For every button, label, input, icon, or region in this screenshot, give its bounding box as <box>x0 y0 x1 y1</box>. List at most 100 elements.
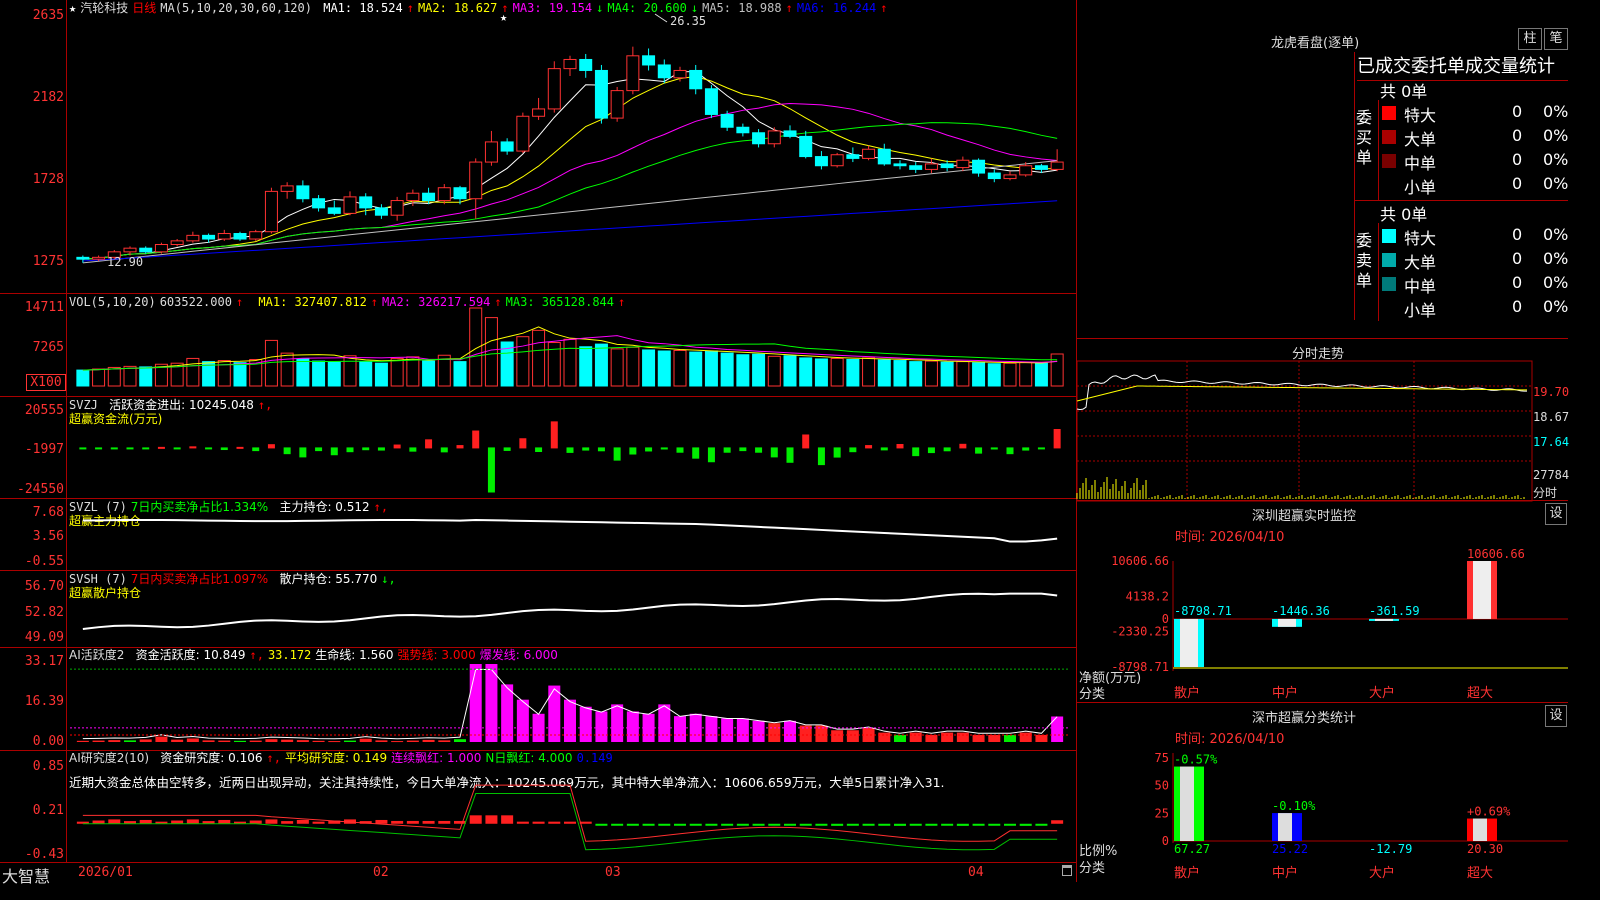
lock-icon[interactable] <box>1062 865 1072 876</box>
sell-side-label: 委卖单 <box>1356 231 1373 290</box>
candle-body <box>92 256 106 260</box>
bar <box>425 439 433 449</box>
candle-body <box>642 55 656 66</box>
sz-monitor-bar-shine <box>1473 561 1491 619</box>
event-star-icon[interactable]: ★ <box>500 10 507 24</box>
bar <box>422 360 436 387</box>
svzj-panel[interactable]: 20555 -1997 -24550 SVZJ 活跃资金进出: 10245.04… <box>0 397 1077 499</box>
sell-section: 共 0单 委卖单 特大 0 0% 大单 0 0% 中单 0 0% 小单 0 0% <box>1354 201 1568 323</box>
bar <box>692 447 700 459</box>
ai1-bar <box>1035 734 1048 742</box>
bar <box>516 336 530 387</box>
bar <box>893 360 907 387</box>
ai1-bar <box>799 725 812 742</box>
ai-activity-panel[interactable]: 33.17 16.39 0.00 AI活跃度2 资金活跃度: 10.849 ↑, 3… <box>0 648 1077 751</box>
svsh-chart[interactable] <box>0 571 1077 647</box>
row-percent: 0% <box>1543 249 1569 268</box>
bar <box>532 329 546 387</box>
bar <box>299 447 307 458</box>
svzj-chart[interactable] <box>0 397 1077 498</box>
candle-body <box>862 148 876 159</box>
ai1-bar <box>1004 734 1016 742</box>
bar <box>657 350 671 387</box>
bar <box>723 447 731 453</box>
sz-class-panel[interactable]: 深市超赢分类统计 设 时间: 2026/04/10 75 50 25 0 -0.57% 6… <box>1077 702 1568 883</box>
kline-panel[interactable]: 2635 2182 1728 1275 ★ 汽轮科技 日线 MA(5,10,20,30… <box>0 0 1077 294</box>
ai2-bar <box>799 823 812 826</box>
fenshi-y3: 17.64 <box>1533 435 1570 449</box>
ai2-bar <box>406 820 419 824</box>
bar <box>390 357 404 387</box>
fenshi-chart[interactable] <box>1076 360 1533 502</box>
sz-monitor-bar-shine <box>1375 618 1393 621</box>
bar <box>579 346 593 387</box>
svsh-panel[interactable]: 56.70 52.82 49.09 SVSH (7) 7日内买卖净占比1.097%… <box>0 571 1077 648</box>
ai1-bar <box>956 732 969 742</box>
bar <box>377 447 385 451</box>
candle-body <box>516 115 530 152</box>
volume-panel[interactable]: 14711 7265 X100 VOL(5,10,20) 603522.000 ↑ … <box>0 294 1077 397</box>
ai1-bar <box>564 699 576 742</box>
legend-swatch <box>1382 301 1396 315</box>
bar <box>1053 429 1061 449</box>
ai2-bar <box>391 820 404 824</box>
row-label: 中单 <box>1404 154 1437 173</box>
candle-body <box>720 113 734 128</box>
ai-research-chart[interactable] <box>0 751 1077 862</box>
svzl-panel[interactable]: 7.68 3.56 -0.55 SVZL (7) 7日内买卖净占比1.334% 主… <box>0 499 1077 571</box>
candle-body <box>972 159 986 174</box>
bar <box>1050 353 1064 387</box>
candlestick-chart[interactable] <box>0 0 1077 293</box>
bar <box>846 358 860 387</box>
candle-body <box>202 234 216 240</box>
ai-research-panel[interactable]: 0.85 0.21 -0.43 AI研究度2(10) 资金研究度: 0.106 ↑… <box>0 751 1077 862</box>
bar <box>783 355 797 387</box>
ai2-bar <box>1019 823 1032 826</box>
bar <box>736 354 750 387</box>
bar <box>280 352 294 387</box>
sell-total: 共 0单 <box>1380 205 1428 224</box>
lhb-title: 龙虎看盘(逐单) <box>1271 36 1360 51</box>
candle-body <box>327 207 341 214</box>
sz-class-chart[interactable]: 75 50 25 0 -0.57% 67.27 散户 -0.10% 25.22 中户 -12.79 大… <box>1077 703 1568 883</box>
lhb-row-2: 大单 0 0% <box>1382 126 1568 149</box>
bar <box>220 447 228 451</box>
candle-body <box>752 132 766 145</box>
bar <box>472 430 480 449</box>
bar <box>987 363 1001 387</box>
lhb-row-2: 大单 0 0% <box>1382 249 1569 272</box>
sz-monitor-panel[interactable]: 深圳超赢实时监控 设 时间: 2026/04/10 10606.66 4138.2… <box>1077 500 1568 703</box>
fenshi-vol-unit: 分时 <box>1533 486 1558 500</box>
legend-swatch <box>1382 229 1396 243</box>
ai1-bar <box>784 720 796 742</box>
sz-monitor-ytick: 4138.2 <box>1126 589 1169 603</box>
sz-monitor-ytick: 10606.66 <box>1111 554 1169 568</box>
volume-chart[interactable] <box>0 294 1077 396</box>
ai2-bar <box>752 823 765 826</box>
fenshi-title: 分时走势 <box>1292 347 1345 362</box>
tick-mode-button[interactable]: 笔 <box>1544 28 1568 50</box>
ai2-bar <box>1004 823 1016 826</box>
ai1-bar <box>642 713 655 742</box>
lhb-row-4: 小单 0 0% <box>1382 297 1568 320</box>
candle-body <box>437 187 451 202</box>
bar-mode-button[interactable]: 柱 <box>1518 28 1542 50</box>
candle-body <box>390 200 404 216</box>
x-label-mar: 03 <box>605 865 621 880</box>
sz-class-bar-shine <box>1278 813 1292 841</box>
fenshi-panel[interactable]: 分时走势 19.70 18.67 17.64 27784 分时 <box>1076 338 1570 502</box>
x-label-feb: 02 <box>373 865 389 880</box>
sz-monitor-category: 中户 <box>1272 685 1298 701</box>
svzl-chart[interactable] <box>0 499 1077 570</box>
sz-class-value: 20.30 <box>1467 842 1503 856</box>
svzl-line <box>82 518 1058 543</box>
bar <box>972 362 986 387</box>
ai2-bar <box>108 819 121 824</box>
ai-activity-chart[interactable] <box>0 648 1077 750</box>
fenshi-y1: 19.70 <box>1533 385 1570 399</box>
sz-monitor-value: -1446.36 <box>1272 604 1330 618</box>
bar <box>157 446 165 449</box>
ai2-bar <box>736 823 749 826</box>
sz-monitor-chart[interactable]: 10606.664138.20-2330.25-8798.71-8798.71散… <box>1077 501 1568 703</box>
bar <box>189 446 197 449</box>
